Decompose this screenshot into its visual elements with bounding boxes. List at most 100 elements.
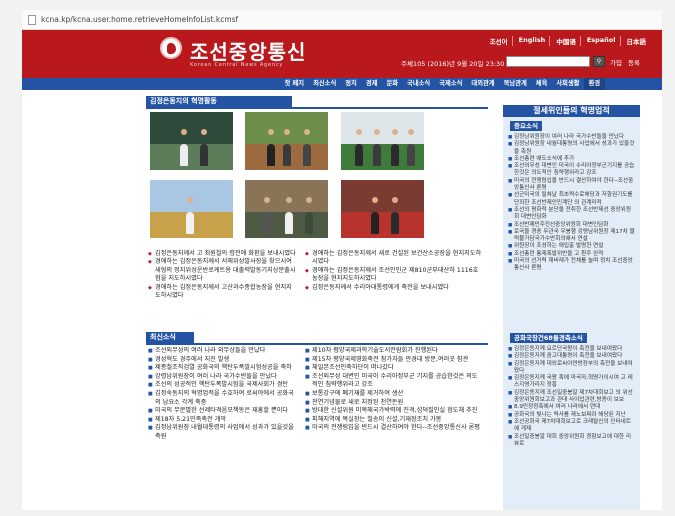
bullet-icon: ■ — [148, 356, 153, 363]
nav-domestic[interactable]: 국내소식 — [403, 78, 435, 90]
join-link[interactable]: 가입 — [610, 57, 622, 67]
nav-sports[interactable]: 체육 — [531, 78, 552, 90]
list-item[interactable]: ■ 미국의 선거력 재비레가 전체를 놀며 정치 조선중앙통신사 론평 — [508, 258, 636, 273]
address-bar[interactable]: kcna.kp/kcna.user.home.retrieveHomeInfoL… — [22, 10, 662, 30]
news-item[interactable]: ■ 제10차 평양국제과학기술도서전람회가 진행된다 — [305, 347, 483, 356]
bullet-icon: ◆ — [148, 259, 152, 266]
section-divider — [146, 107, 488, 109]
news-item[interactable]: ◆ 경애하는 김정은동지께서 새로 건설된 보건산소공장을 현지지도하시였다 — [305, 250, 483, 267]
latest-section-title[interactable]: 최신소식 — [146, 332, 194, 343]
bullet-icon: ◆ — [148, 284, 152, 291]
news-item[interactable]: ■ 조선의 성공적인 핵탄두폭발시험을 국제사회가 경탄 — [148, 381, 298, 390]
bullet-icon: ■ — [305, 365, 310, 372]
lang-english[interactable]: English — [515, 36, 551, 46]
nav-home[interactable]: 첫 페지 — [280, 78, 309, 90]
lang-spanish[interactable]: Español — [583, 36, 621, 46]
leader-news-left: ◆ 김정은동지께서 고 최원철의 령전에 화환을 보내시였다 ◆ 경애하는 김정은동… — [148, 250, 296, 300]
news-item[interactable]: ■ 조선외무성 대변인 미국이 수리아정부군 기지를 공습한것은 의도적인 침략행… — [305, 373, 483, 390]
news-item[interactable]: ■ 미국의 무분별한 선제타격음모책동은 재홍할 뿐이다 — [148, 407, 298, 416]
nav-foreign-relations[interactable]: 대외관계 — [467, 78, 499, 90]
news-item[interactable]: ■ 미국의 전쟁림입을 반드시 결산하여야 한다--조선중앙통신사 론평 — [305, 424, 483, 433]
bullet-icon: ■ — [148, 365, 153, 372]
bullet-icon: ■ — [148, 408, 153, 415]
leader-photo-2[interactable] — [245, 112, 328, 170]
bullet-icon: ■ — [305, 408, 310, 415]
lang-korean[interactable]: 조선어 — [486, 36, 513, 46]
list-item[interactable]: ■ 로국을 경중 무관국 우봉행 강령남위원장 제17차 블럭불가담국가수반회의에… — [508, 229, 636, 244]
news-item[interactable]: ■ 체일본조선인축하단이 떠나갔다 — [305, 364, 483, 373]
news-item[interactable]: ■ 방대한 신설위원 미목해국가박력에 진격,섬덕질인실 험도체 추진 — [305, 407, 483, 416]
list-item[interactable]: ■ 김정은동지께 대외로씨아연방정부의 축전을 보내여왔다 — [508, 361, 636, 376]
nav-latest[interactable]: 최신소식 — [309, 78, 341, 90]
news-item[interactable]: ■ 제15차 평양국제영화축전 참가자들 만경대 방문,여러곳 참관 — [305, 356, 483, 365]
list-item[interactable]: ■ 조선총련 통제폭발위반을 고 환주 완적 — [508, 251, 636, 258]
list-item[interactable]: ■ 8.9민정정축에서 여러 나라에서 련대 — [508, 404, 636, 411]
list-item[interactable]: ■ 조선외무성 대변인 미국이 수리아정부군기지를 공습한것은 의도적인 침략행위… — [508, 163, 636, 178]
news-item[interactable]: ■ 제종철조직검열 공화국의 핵탄두폭발시험성공을 축하 — [148, 364, 298, 373]
site-title[interactable]: 조선중앙통신 — [190, 36, 306, 65]
language-selector: 조선어 English 中国语 Español 日本語 — [486, 36, 650, 46]
leader-photo-4[interactable] — [150, 180, 233, 238]
news-item[interactable]: ■ 경성혁도 경주에서 지진 발생 — [148, 356, 298, 365]
list-item[interactable]: ■ 미국의 전쟁림입을 반드시 결산하여야 한다--조선중앙통신사 론평 — [508, 178, 636, 193]
nav-international[interactable]: 국제소식 — [435, 78, 467, 90]
lang-chinese[interactable]: 中国语 — [552, 36, 581, 46]
login-link[interactable]: 등록 — [628, 57, 640, 67]
main-nav: 첫 페지 최신소식 정치 경제 문화 국내소식 국제소식 대외관계 북남관계 체… — [22, 78, 662, 90]
news-item[interactable]: ■ 천연기념물로 새로 지정된 천연돈원 — [305, 399, 483, 408]
bullet-icon: ■ — [305, 416, 310, 423]
nav-social-life[interactable]: 사회생활 — [552, 78, 584, 90]
news-item[interactable]: ◆ 경애하는 김정은동지께서 서해위성발사장을 찾으시여 새형의 정지위성운반로케… — [148, 258, 296, 283]
bullet-icon: ■ — [148, 348, 153, 354]
nav-environment[interactable]: 환경 — [584, 78, 605, 90]
leader-section-title[interactable]: 김정은동지의 혁명활동 — [146, 96, 292, 107]
news-item[interactable]: ■ 보통강구에 폐기재를 제거하여 생산 — [305, 390, 483, 399]
list-item[interactable]: ■ 선군미국의 떨쳐날 최초력수로해당과 저항권기도를 단죄한 조선반제인민계단 … — [508, 192, 636, 207]
news-item[interactable]: ■ 김정남위원장 내월대통령의 사업에서 성과가 있을것을 축원 — [148, 424, 298, 441]
search-button[interactable]: ⚲ — [593, 56, 605, 67]
news-item[interactable]: ■ 김정숙동지의 혁명업적을 수호하여 로씨야에서 공화국의 남요소 각계 축중 — [148, 390, 298, 407]
news-item[interactable]: ■ 조선외무성의 여러 나라 외무상들을 만났다 — [148, 347, 298, 356]
bullet-icon: ◆ — [148, 251, 152, 257]
important-news-title[interactable]: 중요소식 — [510, 121, 542, 131]
list-item[interactable]: ■ 조선반제민주전선중앙위원회 대변인담화 — [508, 222, 636, 229]
page-icon — [28, 14, 36, 25]
bullet-icon: ■ — [305, 348, 310, 354]
search-input[interactable] — [506, 56, 590, 67]
nav-culture[interactable]: 문화 — [382, 78, 403, 90]
latest-news-right: ■ 제10차 평양국제과학기술도서전람회가 진행된다 ■ 제15차 평양국제영화축전… — [305, 347, 483, 433]
nav-economy[interactable]: 경제 — [361, 78, 382, 90]
leader-photo-1[interactable] — [150, 112, 233, 170]
kcna-emblem-icon[interactable] — [160, 37, 182, 59]
news-item[interactable]: ◆ 김정은동지께서 수리아대통령에게 축전을 보내시였다 — [305, 284, 483, 292]
bullet-icon: ■ — [148, 373, 153, 380]
bullet-icon: ■ — [305, 425, 310, 432]
list-item[interactable]: ■ 공화국의 빛나는 력사를 제노보찌려 해당된 지난 — [508, 412, 636, 419]
news-item[interactable]: ◆ 경애하는 김정은동지께서 고산과수종합농장을 현지지도하시였다 — [148, 284, 296, 301]
bullet-icon: ■ — [305, 399, 310, 406]
list-item[interactable]: ■ 김정은동지께 조선일중봉알 제7차대회보고 의 위선 중앙위원회보고과 관대 … — [508, 390, 636, 405]
news-item[interactable]: ◆ 경애하는 김정은동지께서 조선인민군 제810군부대산하 1116호농장을 현… — [305, 267, 483, 284]
list-item[interactable]: ■ 위원장이 조성하는 애입출 발명한 연설 — [508, 243, 636, 250]
search-icon: ⚲ — [596, 58, 602, 65]
url-text[interactable]: kcna.kp/kcna.user.home.retrieveHomeInfoL… — [41, 15, 238, 24]
list-item[interactable]: ■ 김정은동지께 국왕 혹에 마국자,혁명가이시여 고 레스지영가리지 정흥 — [508, 375, 636, 390]
browser-window: kcna.kp/kcna.user.home.retrieveHomeInfoL… — [22, 10, 662, 510]
list-item[interactable]: ■ 김정남위원장 내월대통령의 사업에서 성과가 있을것을 축원 — [508, 141, 636, 156]
bullet-icon: ■ — [305, 356, 310, 363]
nav-north-south[interactable]: 북남관계 — [499, 78, 531, 90]
leader-photo-6[interactable] — [341, 180, 424, 238]
list-item[interactable]: ■ 조선일중봉알 대회 중앙위원회 경험보고에 대한 리뷰로 — [508, 434, 636, 449]
lang-japanese[interactable]: 日本語 — [623, 36, 651, 46]
congrats-news-list: ■ 김정은동지께 요르단국왕이 축전을 보내여왔다 ■ 김정은동지께 꼼고대통령이 … — [508, 346, 636, 448]
section-divider — [146, 343, 488, 345]
bullet-icon: ■ — [305, 390, 310, 397]
list-item[interactable]: ■ 조선공화국 제7차대회보고로 크레탈신의 인터네트에 게재 — [508, 419, 636, 434]
list-item[interactable]: ■ 조선의 평화적 분단을 전취한 조선반제선 중앙위원회 대변인담화 — [508, 207, 636, 222]
list-item[interactable]: ■ 김정은동지께 꼼고대통령이 축전을 보내여왔다 — [508, 353, 636, 360]
congrats-news-title[interactable]: 공화국창건68돌경축소식 — [510, 333, 587, 343]
sidebar-heading[interactable]: 절세위인들의 혁명업적 — [503, 105, 640, 117]
leader-photo-3[interactable] — [341, 112, 424, 170]
nav-politics[interactable]: 정치 — [341, 78, 362, 90]
leader-photo-5[interactable] — [245, 180, 328, 238]
